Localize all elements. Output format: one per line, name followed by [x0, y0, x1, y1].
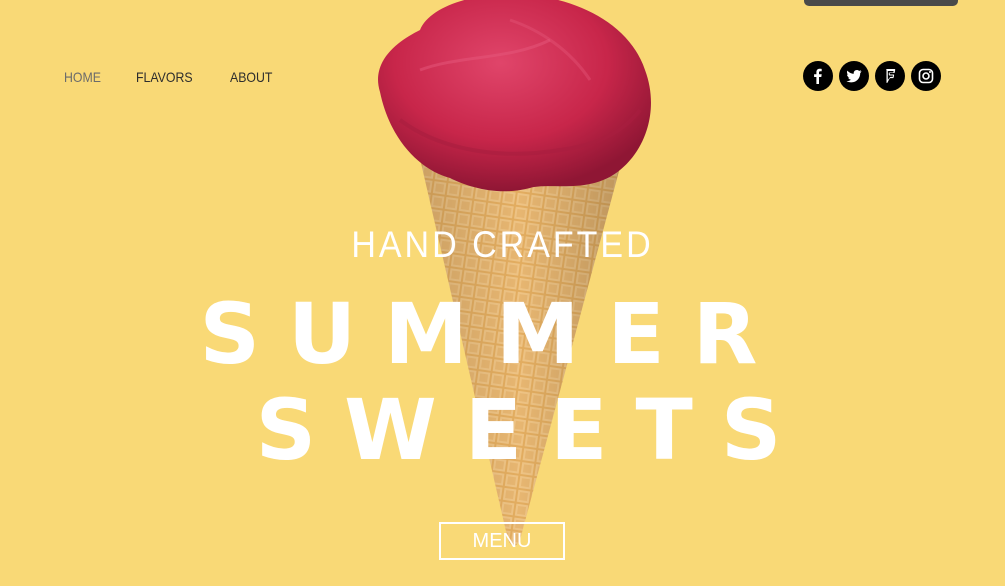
foursquare-icon[interactable]: [875, 61, 905, 91]
nav-about[interactable]: ABOUT: [230, 67, 272, 87]
social-bar: [803, 61, 941, 91]
main-nav: HOME FLAVORS ABOUT: [64, 67, 309, 87]
hero-title-line2: SWEETS: [255, 381, 810, 479]
nav-home[interactable]: HOME: [64, 67, 101, 87]
menu-button[interactable]: MENU: [439, 522, 565, 560]
instagram-icon[interactable]: [911, 61, 941, 91]
hero-kicker: HAND CRAFTED: [351, 224, 654, 266]
hero-title-line1: SUMMER: [199, 285, 786, 383]
top-bar-tab[interactable]: [804, 0, 958, 6]
nav-flavors[interactable]: FLAVORS: [136, 67, 193, 87]
twitter-icon[interactable]: [839, 61, 869, 91]
facebook-icon[interactable]: [803, 61, 833, 91]
